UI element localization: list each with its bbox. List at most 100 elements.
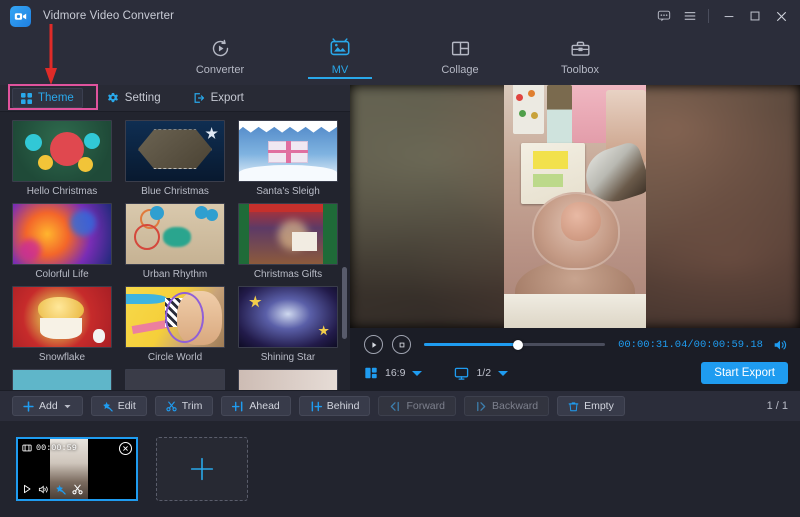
- add-chevron-down-icon[interactable]: [63, 402, 72, 411]
- tab-theme[interactable]: Theme: [12, 88, 83, 108]
- nav-label-converter: Converter: [196, 64, 244, 76]
- theme-item[interactable]: Urban Rhythm: [125, 203, 225, 280]
- theme-item[interactable]: [125, 369, 225, 390]
- theme-item[interactable]: Christmas Gifts: [238, 203, 338, 280]
- clip-duration: 00:00:59: [36, 443, 77, 453]
- behind-button[interactable]: Behind: [299, 396, 371, 416]
- clip-play-icon[interactable]: [22, 484, 32, 494]
- theme-thumbnail: [238, 369, 338, 390]
- clip-item[interactable]: 00:00:59: [16, 437, 138, 501]
- titlebar-divider: [708, 9, 709, 23]
- start-export-button[interactable]: Start Export: [701, 362, 788, 384]
- main-navigation: Converter MV Collage: [0, 32, 800, 85]
- theme-item[interactable]: [238, 369, 338, 390]
- add-clip-button[interactable]: [156, 437, 248, 501]
- trim-label: Trim: [182, 400, 203, 412]
- window-title: Vidmore Video Converter: [43, 10, 174, 22]
- theme-thumbnail: [238, 120, 338, 182]
- aspect-ratio-icon[interactable]: [364, 366, 378, 380]
- maximize-icon[interactable]: [742, 3, 768, 29]
- arrow-left-icon: [389, 401, 401, 412]
- close-circle-icon[interactable]: [119, 442, 132, 455]
- empty-label: Empty: [584, 400, 614, 412]
- play-icon[interactable]: [364, 335, 383, 354]
- close-icon[interactable]: [768, 3, 794, 29]
- theme-label: Blue Christmas: [141, 186, 209, 197]
- trim-button[interactable]: Trim: [155, 396, 214, 416]
- theme-item[interactable]: Blue Christmas: [125, 120, 225, 197]
- tab-export[interactable]: Export: [185, 89, 252, 107]
- clip-volume-icon[interactable]: [38, 484, 49, 495]
- theme-thumbnail: [125, 120, 225, 182]
- preview-object-whisk: [547, 85, 573, 148]
- theme-item[interactable]: Shining Star: [238, 286, 338, 363]
- film-icon: [22, 443, 32, 453]
- plus-icon: [23, 401, 34, 412]
- scissors-icon: [166, 401, 177, 412]
- grid-icon: [21, 93, 32, 104]
- video-preview[interactable]: [350, 85, 800, 328]
- feedback-icon[interactable]: [651, 3, 677, 29]
- theme-label: Shining Star: [261, 352, 315, 363]
- theme-item[interactable]: Hello Christmas: [12, 120, 112, 197]
- preview-object-cloth: [504, 294, 646, 328]
- theme-label: Santa's Sleigh: [256, 186, 320, 197]
- clip-toolbar: [18, 481, 136, 497]
- theme-label: Colorful Life: [35, 269, 88, 280]
- app-logo-icon: [10, 6, 31, 27]
- main-body: Theme Setting: [0, 85, 800, 390]
- theme-panel: Theme Setting: [0, 85, 350, 390]
- timecode-display: 00:00:31.04/00:00:59.18: [618, 339, 763, 351]
- theme-scrollbar-thumb[interactable]: [342, 267, 347, 339]
- forward-label: Forward: [406, 400, 445, 412]
- arrow-right-icon: [475, 401, 487, 412]
- volume-icon[interactable]: [772, 337, 788, 353]
- player-controls: 00:00:31.04/00:00:59.18: [350, 328, 800, 390]
- quality-value: 1/2: [476, 367, 491, 379]
- stop-icon[interactable]: [392, 335, 411, 354]
- clip-trim-icon[interactable]: [72, 484, 83, 495]
- theme-grid-scroll-area[interactable]: Hello Christmas Blue Christmas: [0, 112, 350, 390]
- theme-item[interactable]: [12, 369, 112, 390]
- backward-button[interactable]: Backward: [464, 396, 549, 416]
- tab-theme-label: Theme: [38, 92, 74, 104]
- theme-item[interactable]: Colorful Life: [12, 203, 112, 280]
- add-button[interactable]: Add: [12, 396, 83, 416]
- minimize-icon[interactable]: [716, 3, 742, 29]
- theme-label: Circle World: [148, 352, 202, 363]
- theme-thumbnail: [125, 286, 225, 348]
- nav-tab-collage[interactable]: Collage: [420, 32, 500, 76]
- seek-handle[interactable]: [513, 340, 523, 350]
- action-toolbar: Add Edit Trim: [0, 390, 800, 421]
- seek-slider[interactable]: [424, 343, 605, 346]
- ahead-button[interactable]: Ahead: [221, 396, 290, 416]
- backward-label: Backward: [492, 400, 538, 412]
- nav-label-collage: Collage: [441, 64, 478, 76]
- theme-thumbnail: [12, 286, 112, 348]
- theme-item[interactable]: Snowflake: [12, 286, 112, 363]
- clip-edit-icon[interactable]: [55, 484, 66, 495]
- gear-icon: [107, 92, 119, 104]
- move-ahead-icon: [232, 401, 244, 412]
- theme-thumbnail: [125, 203, 225, 265]
- quality-chevron-down-icon[interactable]: [498, 371, 508, 376]
- magic-wand-icon: [102, 401, 113, 412]
- nav-tab-converter[interactable]: Converter: [180, 32, 260, 76]
- edit-button[interactable]: Edit: [91, 396, 147, 416]
- empty-button[interactable]: Empty: [557, 396, 625, 416]
- ahead-label: Ahead: [249, 400, 279, 412]
- theme-item[interactable]: Circle World: [125, 286, 225, 363]
- nav-tab-toolbox[interactable]: Toolbox: [540, 32, 620, 76]
- tab-setting[interactable]: Setting: [99, 89, 169, 107]
- nav-tab-mv[interactable]: MV: [300, 32, 380, 76]
- monitor-icon[interactable]: [454, 366, 469, 381]
- title-bar: Vidmore Video Converter: [0, 0, 800, 32]
- theme-item[interactable]: Santa's Sleigh: [238, 120, 338, 197]
- menu-icon[interactable]: [677, 3, 703, 29]
- aspect-ratio-value: 16:9: [385, 367, 405, 379]
- theme-thumbnail: [12, 120, 112, 182]
- page-count: 1 / 1: [767, 400, 788, 412]
- forward-button[interactable]: Forward: [378, 396, 456, 416]
- preview-video-frame: [504, 85, 646, 328]
- aspect-ratio-chevron-down-icon[interactable]: [412, 371, 422, 376]
